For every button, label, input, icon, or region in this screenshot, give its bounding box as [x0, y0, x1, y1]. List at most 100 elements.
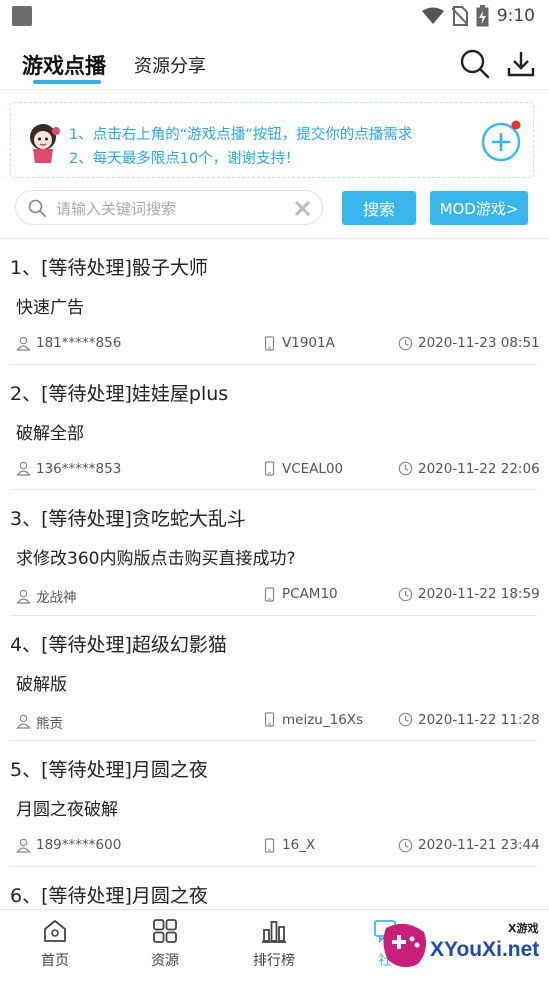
nav-ranking[interactable]: 排行榜: [239, 918, 309, 970]
user-icon: [16, 714, 31, 729]
request-title: 5、[等待处理]月圆之夜: [10, 755, 208, 782]
list-item[interactable]: 3、[等待处理]贪吃蛇大乱斗 求修改360内购版点击购买直接成功? 龙战神 PC…: [10, 490, 537, 616]
list-item[interactable]: 2、[等待处理]娃娃屋plus 破解全部 136*****853 VCEAL00…: [10, 365, 537, 491]
user-name: 181*****856: [36, 335, 121, 351]
clock: 9:10: [497, 6, 535, 26]
request-device: meizu_16Xs: [262, 712, 363, 728]
no-sim-icon: [452, 6, 468, 26]
device-name: V1901A: [282, 335, 335, 351]
user-name: 136*****853: [36, 461, 121, 477]
clear-icon[interactable]: [294, 200, 311, 217]
request-title: 3、[等待处理]贪吃蛇大乱斗: [10, 504, 246, 531]
list-item[interactable]: 4、[等待处理]超级幻影猫 破解版 熊贡 meizu_16Xs 2020-11-…: [10, 616, 537, 742]
request-list: 1、[等待处理]骰子大师 快速广告 181*****856 V1901A 202…: [0, 239, 549, 991]
top-tab-bar: 游戏点播 资源分享: [0, 36, 549, 90]
request-meta: 181*****856 V1901A 2020-11-23 08:51: [16, 335, 537, 355]
time-value: 2020-11-21 23:44: [418, 837, 540, 853]
notice-line-1: 1、点击右上角的“游戏点播”按钮，提交你的点播需求: [69, 123, 412, 144]
phone-icon: [262, 336, 277, 351]
site-watermark: X游戏 XYouXi.net: [374, 916, 549, 976]
request-device: PCAM10: [262, 586, 338, 602]
ranking-icon: [261, 918, 287, 944]
search-field-icon: [28, 199, 46, 217]
add-request-icon[interactable]: [481, 120, 523, 162]
phone-icon: [262, 838, 277, 853]
request-meta: 熊贡 meizu_16Xs 2020-11-22 11:28: [16, 712, 537, 732]
home-icon: [42, 918, 68, 944]
request-meta: 189*****600 16_X 2020-11-21 23:44: [16, 837, 537, 857]
request-description: 破解版: [16, 670, 67, 695]
user-name: 龙战神: [36, 586, 77, 606]
search-button[interactable]: 搜索: [342, 191, 416, 225]
request-time: 2020-11-22 11:28: [398, 712, 540, 728]
device-name: VCEAL00: [282, 461, 343, 477]
gamepad-logo-icon: [378, 918, 432, 972]
list-item[interactable]: 1、[等待处理]骰子大师 快速广告 181*****856 V1901A 202…: [10, 239, 537, 365]
download-icon[interactable]: [505, 48, 537, 80]
request-user: 181*****856: [16, 335, 121, 351]
request-device: VCEAL00: [262, 461, 343, 477]
time-value: 2020-11-22 18:59: [418, 586, 540, 602]
mod-games-button[interactable]: MOD游戏>: [430, 191, 528, 225]
tab-game-request[interactable]: 游戏点播: [22, 50, 106, 80]
tab-resource-share[interactable]: 资源分享: [134, 52, 206, 78]
request-meta: 136*****853 VCEAL00 2020-11-22 22:06: [16, 461, 537, 481]
phone-icon: [262, 461, 277, 476]
request-description: 月圆之夜破解: [16, 795, 118, 820]
request-notice-banner: 1、点击右上角的“游戏点播”按钮，提交你的点播需求 2、每天最多限点10个，谢谢…: [10, 102, 534, 178]
clock-icon: [398, 838, 413, 853]
watermark-sub-label: X游戏: [508, 920, 538, 936]
time-value: 2020-11-22 11:28: [418, 712, 540, 728]
request-time: 2020-11-22 22:06: [398, 461, 540, 477]
time-value: 2020-11-23 08:51: [418, 335, 540, 351]
notice-line-2: 2、每天最多限点10个，谢谢支持！: [69, 147, 300, 168]
request-device: V1901A: [262, 335, 335, 351]
request-description: 破解全部: [16, 419, 84, 444]
device-name: PCAM10: [282, 586, 338, 602]
clock-icon: [398, 336, 413, 351]
clock-icon: [398, 461, 413, 476]
request-description: 快速广告: [16, 293, 84, 318]
status-indicators: 9:10: [422, 5, 535, 27]
request-title: 2、[等待处理]娃娃屋plus: [10, 379, 228, 406]
clock-icon: [398, 587, 413, 602]
nav-ranking-label: 排行榜: [239, 950, 309, 970]
request-device: 16_X: [262, 837, 315, 853]
list-item[interactable]: 5、[等待处理]月圆之夜 月圆之夜破解 189*****600 16_X 202…: [10, 741, 537, 867]
grid-icon: [152, 918, 178, 944]
device-name: 16_X: [282, 837, 315, 853]
app-notification-icon: [12, 6, 32, 26]
mascot-icon: [23, 119, 69, 165]
request-user: 熊贡: [16, 712, 63, 732]
nav-resources[interactable]: 资源: [130, 918, 200, 970]
device-name: meizu_16Xs: [282, 712, 363, 728]
active-tab-indicator: [33, 80, 101, 84]
phone-icon: [262, 712, 277, 727]
user-icon: [16, 336, 31, 351]
search-input[interactable]: [54, 195, 288, 223]
request-description: 求修改360内购版点击购买直接成功?: [16, 544, 295, 569]
status-bar: 9:10: [0, 0, 549, 32]
time-value: 2020-11-22 22:06: [418, 461, 540, 477]
request-time: 2020-11-21 23:44: [398, 837, 540, 853]
user-icon: [16, 589, 31, 604]
watermark-label: XYouXi.net: [430, 938, 539, 962]
user-icon: [16, 461, 31, 476]
request-user: 龙战神: [16, 586, 77, 606]
request-user: 189*****600: [16, 837, 121, 853]
request-user: 136*****853: [16, 461, 121, 477]
clock-icon: [398, 712, 413, 727]
battery-icon: [476, 5, 489, 27]
request-title: 4、[等待处理]超级幻影猫: [10, 630, 227, 657]
request-time: 2020-11-22 18:59: [398, 586, 540, 602]
request-meta: 龙战神 PCAM10 2020-11-22 18:59: [16, 586, 537, 606]
user-name: 189*****600: [36, 837, 121, 853]
search-row: 搜索 MOD游戏>: [0, 190, 549, 226]
nav-home-label: 首页: [20, 950, 90, 970]
wifi-icon: [422, 7, 444, 25]
request-title: 1、[等待处理]骰子大师: [10, 253, 208, 280]
search-icon[interactable]: [459, 48, 491, 80]
nav-home[interactable]: 首页: [20, 918, 90, 970]
user-name: 熊贡: [36, 712, 63, 732]
request-title: 6、[等待处理]月圆之夜: [10, 881, 208, 908]
